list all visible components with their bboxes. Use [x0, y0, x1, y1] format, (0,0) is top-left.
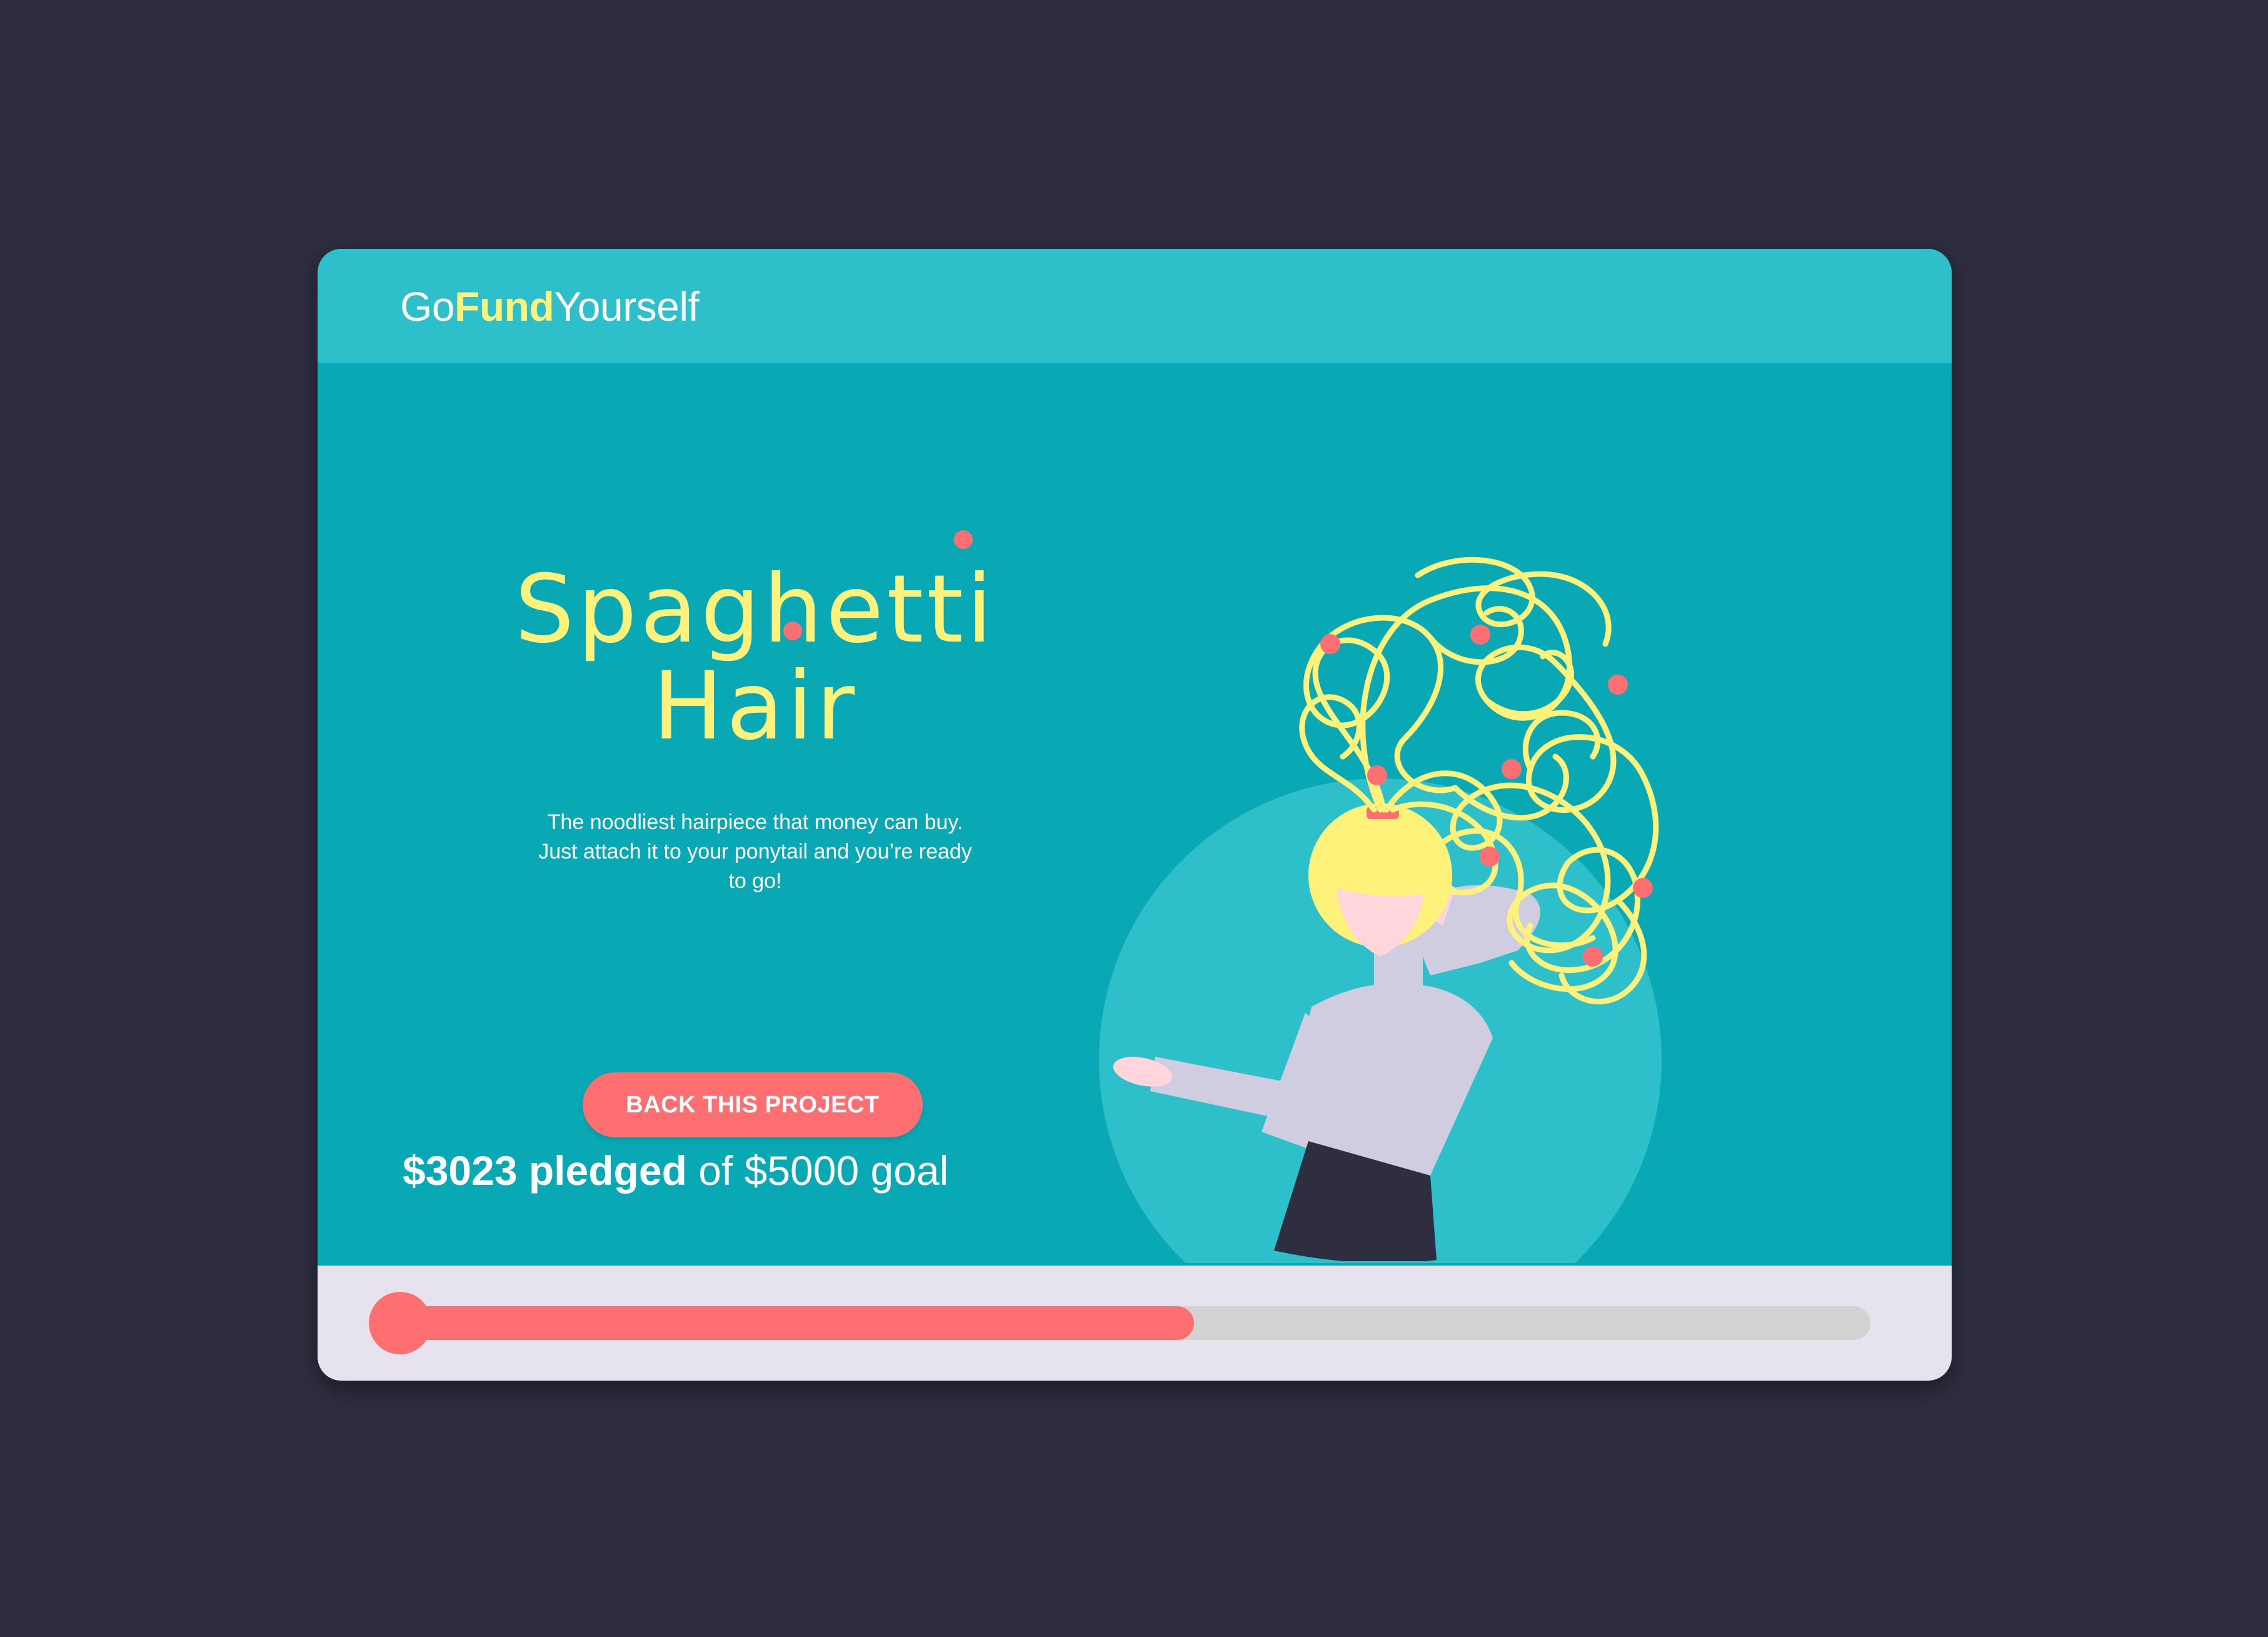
- pledged-amount: $3023 pledged: [403, 1147, 687, 1194]
- brand-accent: Fund: [454, 283, 554, 330]
- progress-panel: [318, 1266, 1952, 1381]
- progress-track: [400, 1306, 1870, 1340]
- page-background: GoFundYourself Spaghetti Hair The noodli…: [0, 0, 2268, 1637]
- brand-suffix: Yourself: [554, 283, 700, 330]
- spaghetti-hair-illustration: [1099, 557, 1662, 1263]
- brand-logo[interactable]: GoFundYourself: [400, 281, 700, 331]
- pledge-summary: $3023 pledged of $5000 goal: [403, 1146, 948, 1196]
- brand-prefix: Go: [400, 283, 455, 330]
- progress-fill: [400, 1306, 1195, 1340]
- back-project-button[interactable]: BACK THIS PROJECT: [583, 1072, 923, 1137]
- hero-section: Spaghetti Hair The noodliest hairpiece t…: [318, 363, 1952, 1266]
- title-dots-decoration: [783, 530, 973, 640]
- project-description: The noodliest hairpiece that money can b…: [538, 810, 972, 893]
- goal-amount: of $5000 goal: [698, 1147, 949, 1194]
- progress-knob[interactable]: [369, 1292, 431, 1354]
- top-nav-bar: GoFundYourself: [318, 249, 1952, 363]
- campaign-card: GoFundYourself Spaghetti Hair The noodli…: [318, 249, 1952, 1381]
